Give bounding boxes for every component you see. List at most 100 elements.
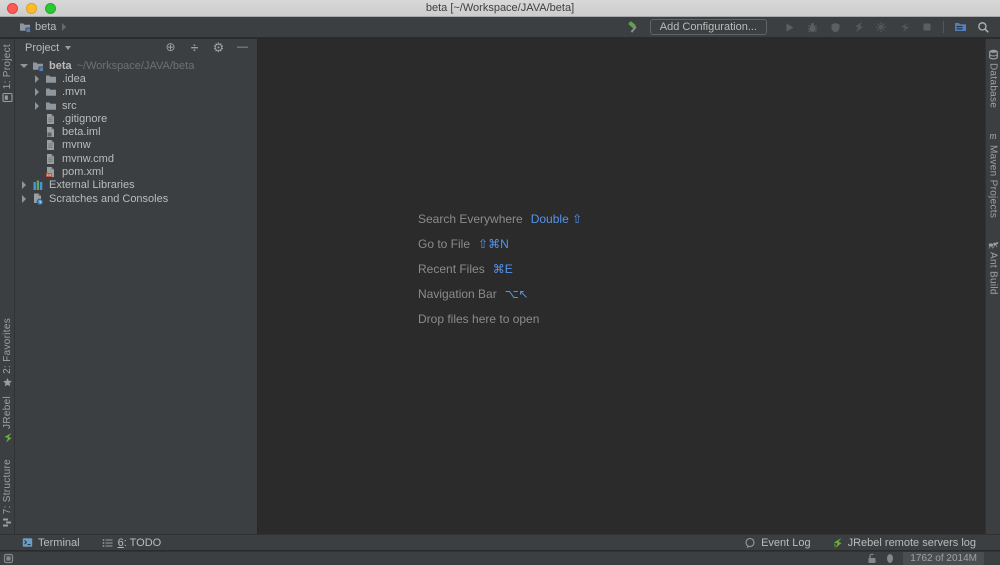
shortcut-row: Go to File ⇧⌘N bbox=[418, 236, 509, 251]
tree-row[interactable]: beta.iml bbox=[15, 125, 257, 138]
status-bar: 1762 of 2014M bbox=[0, 551, 1000, 565]
tree-row[interactable]: mvnw.cmd bbox=[15, 152, 257, 165]
folder-icon bbox=[45, 100, 57, 112]
shortcut-row: Navigation Bar ⌥↖ bbox=[418, 286, 529, 301]
toolwindow-button-todo[interactable]: 6: TODO bbox=[102, 536, 162, 549]
bottom-toolwindow-bar: Terminal 6: TODO Event Log JRebel remote… bbox=[0, 534, 1000, 550]
hide-panel-icon[interactable] bbox=[236, 41, 249, 54]
expand-arrow-icon[interactable] bbox=[32, 88, 42, 97]
project-panel-title[interactable]: Project bbox=[25, 42, 59, 54]
fullscreen-window-button[interactable] bbox=[45, 2, 56, 14]
jrebel-log-icon bbox=[831, 537, 843, 549]
breadcrumb-project-name: beta bbox=[35, 21, 57, 33]
tree-row-scratches[interactable]: Scratches and Consoles bbox=[15, 192, 257, 205]
project-structure-icon[interactable] bbox=[953, 20, 967, 34]
shortcut-row: Search Everywhere Double ⇧ bbox=[418, 211, 583, 226]
collapse-all-icon[interactable] bbox=[188, 41, 201, 54]
toolwindow-button-ant[interactable]: Ant Build bbox=[988, 236, 999, 299]
maven-m-icon bbox=[989, 130, 996, 142]
jrebel-run-icon bbox=[851, 20, 865, 34]
intellij-window: beta [~/Workspace/JAVA/beta] beta Add Co… bbox=[0, 0, 1000, 565]
jrebel-log-button[interactable]: JRebel remote servers log bbox=[831, 537, 976, 549]
jrebel-toolwindow-icon bbox=[2, 432, 13, 443]
toolwindow-button-structure[interactable]: 7: Structure bbox=[2, 455, 13, 532]
collapse-arrow-icon[interactable] bbox=[19, 63, 29, 68]
jrebel-debug-icon bbox=[874, 20, 888, 34]
tree-row-root[interactable]: beta ~/Workspace/JAVA/beta bbox=[15, 59, 257, 72]
toolwindow-button-terminal[interactable]: Terminal bbox=[22, 537, 80, 549]
drop-files-hint: Drop files here to open bbox=[418, 311, 540, 326]
breadcrumb-chevron-icon bbox=[62, 23, 67, 31]
toolwindow-button-project[interactable]: 1: Project bbox=[2, 39, 13, 107]
statusbar-left bbox=[0, 553, 14, 564]
structure-toolwindow-icon bbox=[2, 517, 13, 528]
project-root-folder-icon bbox=[32, 60, 44, 72]
left-tool-stripe: 1: Project 2: Favorites JRebel 7: Struct… bbox=[0, 39, 15, 534]
project-folder-icon bbox=[19, 21, 31, 33]
project-tree: beta ~/Workspace/JAVA/beta .idea .mvn sr… bbox=[15, 56, 257, 205]
tree-row-external-libraries[interactable]: External Libraries bbox=[15, 179, 257, 192]
close-window-button[interactable] bbox=[7, 2, 18, 14]
toolwindow-quick-access-icon[interactable] bbox=[3, 553, 14, 564]
run-icon bbox=[782, 20, 796, 34]
toolwindow-button-database[interactable]: Database bbox=[988, 45, 999, 112]
tree-row[interactable]: pom.xml bbox=[15, 165, 257, 178]
project-toolwindow: Project ⊕ ÷ ⚙ — beta ~/Workspace/JAVA/be… bbox=[15, 39, 258, 534]
file-icon bbox=[45, 153, 57, 165]
project-view-dropdown-icon[interactable] bbox=[65, 45, 72, 50]
file-icon bbox=[45, 139, 57, 151]
database-icon bbox=[988, 49, 999, 60]
project-panel-header: Project bbox=[15, 39, 257, 56]
tree-row[interactable]: src bbox=[15, 99, 257, 112]
expand-arrow-icon[interactable] bbox=[19, 181, 29, 190]
minimize-window-button[interactable] bbox=[26, 2, 37, 14]
expand-arrow-icon[interactable] bbox=[19, 194, 29, 203]
toolwindow-button-favorites[interactable]: 2: Favorites bbox=[2, 314, 13, 392]
folder-icon bbox=[45, 86, 57, 98]
debug-icon bbox=[805, 20, 819, 34]
libraries-icon bbox=[32, 179, 44, 191]
statusbar-right: 1762 of 2014M bbox=[867, 552, 1000, 565]
toolwindow-button-jrebel[interactable]: JRebel bbox=[2, 392, 13, 447]
search-everywhere-icon[interactable] bbox=[976, 20, 990, 34]
expand-arrow-icon[interactable] bbox=[32, 101, 42, 110]
tree-row[interactable]: .mvn bbox=[15, 86, 257, 99]
favorites-star-icon bbox=[2, 377, 13, 388]
build-hammer-icon[interactable] bbox=[627, 20, 641, 34]
highlighting-level-icon[interactable] bbox=[886, 553, 894, 564]
macos-titlebar: beta [~/Workspace/JAVA/beta] bbox=[0, 0, 1000, 17]
folder-icon bbox=[45, 73, 57, 85]
right-tool-stripe: Database Maven Projects Ant Build bbox=[985, 39, 1000, 534]
write-access-lock-icon[interactable] bbox=[867, 553, 877, 564]
memory-indicator[interactable]: 1762 of 2014M bbox=[903, 552, 984, 565]
tree-row[interactable]: mvnw bbox=[15, 139, 257, 152]
file-icon bbox=[45, 113, 57, 125]
bottom-bar-right-group: Event Log JRebel remote servers log bbox=[744, 537, 1000, 549]
scratches-icon bbox=[32, 193, 44, 205]
tree-row[interactable]: .idea bbox=[15, 72, 257, 85]
shortcut-row: Recent Files ⌘E bbox=[418, 261, 513, 276]
jrebel-profile-icon bbox=[897, 20, 911, 34]
coverage-icon bbox=[828, 20, 842, 34]
window-title: beta [~/Workspace/JAVA/beta] bbox=[425, 2, 575, 14]
tree-row[interactable]: .gitignore bbox=[15, 112, 257, 125]
locate-file-icon[interactable] bbox=[164, 41, 177, 54]
ant-icon bbox=[988, 240, 999, 250]
bottom-bar-left-group: Terminal 6: TODO bbox=[0, 537, 161, 549]
stop-icon bbox=[920, 20, 934, 34]
module-file-icon bbox=[45, 126, 57, 138]
toolwindow-button-maven[interactable]: Maven Projects bbox=[988, 126, 999, 222]
editor-area: Search Everywhere Double ⇧ Go to File ⇧⌘… bbox=[258, 39, 985, 534]
add-configuration-button[interactable]: Add Configuration... bbox=[649, 19, 767, 35]
toolbar-separator bbox=[943, 21, 944, 33]
event-log-button[interactable]: Event Log bbox=[744, 537, 811, 549]
panel-settings-gear-icon[interactable] bbox=[212, 41, 225, 54]
event-log-balloon-icon bbox=[744, 537, 756, 549]
left-stripe-bottom-group: 2: Favorites JRebel 7: Structure bbox=[0, 314, 14, 532]
navigation-breadcrumb[interactable]: beta bbox=[0, 21, 67, 33]
ide-toolbar: beta Add Configuration... bbox=[0, 17, 1000, 38]
expand-arrow-icon[interactable] bbox=[32, 74, 42, 83]
empty-editor-shortcuts: Search Everywhere Double ⇧ Go to File ⇧⌘… bbox=[418, 206, 582, 331]
todo-label: 6: TODO bbox=[117, 536, 162, 549]
traffic-lights bbox=[7, 0, 56, 16]
